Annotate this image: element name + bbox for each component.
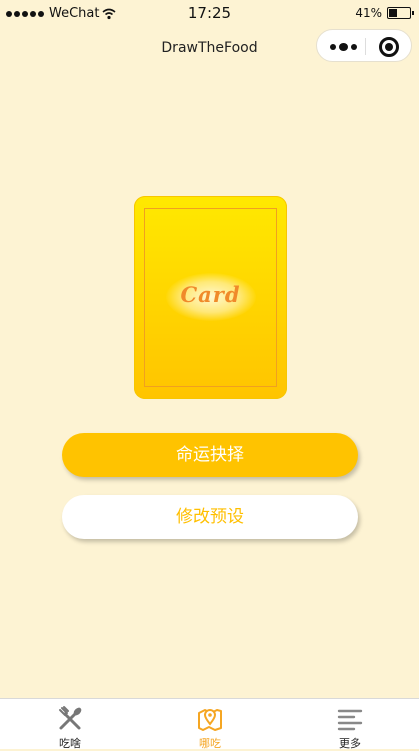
tab-what-to-eat[interactable]: 吃啥 — [20, 699, 120, 750]
more-options-icon[interactable] — [330, 43, 357, 51]
tab-more[interactable]: 更多 — [300, 699, 400, 750]
tab-bar: 吃啥 哪吃 更多 — [0, 698, 419, 750]
tab-label: 吃啥 — [59, 737, 81, 750]
battery-level — [389, 9, 398, 17]
tab-where-to-eat[interactable]: 哪吃 — [160, 699, 260, 750]
close-target-icon[interactable] — [379, 37, 399, 57]
fork-spoon-icon — [59, 706, 82, 730]
card-label: Card — [180, 282, 241, 307]
status-bar: WeChat 17:25 41% — [0, 0, 419, 28]
fate-choice-button[interactable]: 命运抉择 — [62, 433, 358, 477]
battery-percent: 41% — [355, 6, 382, 20]
tab-label: 哪吃 — [199, 737, 221, 750]
edit-presets-button[interactable]: 修改预设 — [62, 495, 358, 539]
map-pin-icon — [198, 709, 222, 731]
tab-label: 更多 — [339, 737, 361, 750]
miniprogram-capsule — [316, 29, 412, 62]
battery-icon — [387, 7, 414, 19]
draw-card[interactable]: Card — [134, 196, 287, 399]
capsule-divider — [365, 38, 366, 55]
status-right: 41% — [355, 6, 414, 20]
menu-lines-icon — [337, 709, 363, 731]
